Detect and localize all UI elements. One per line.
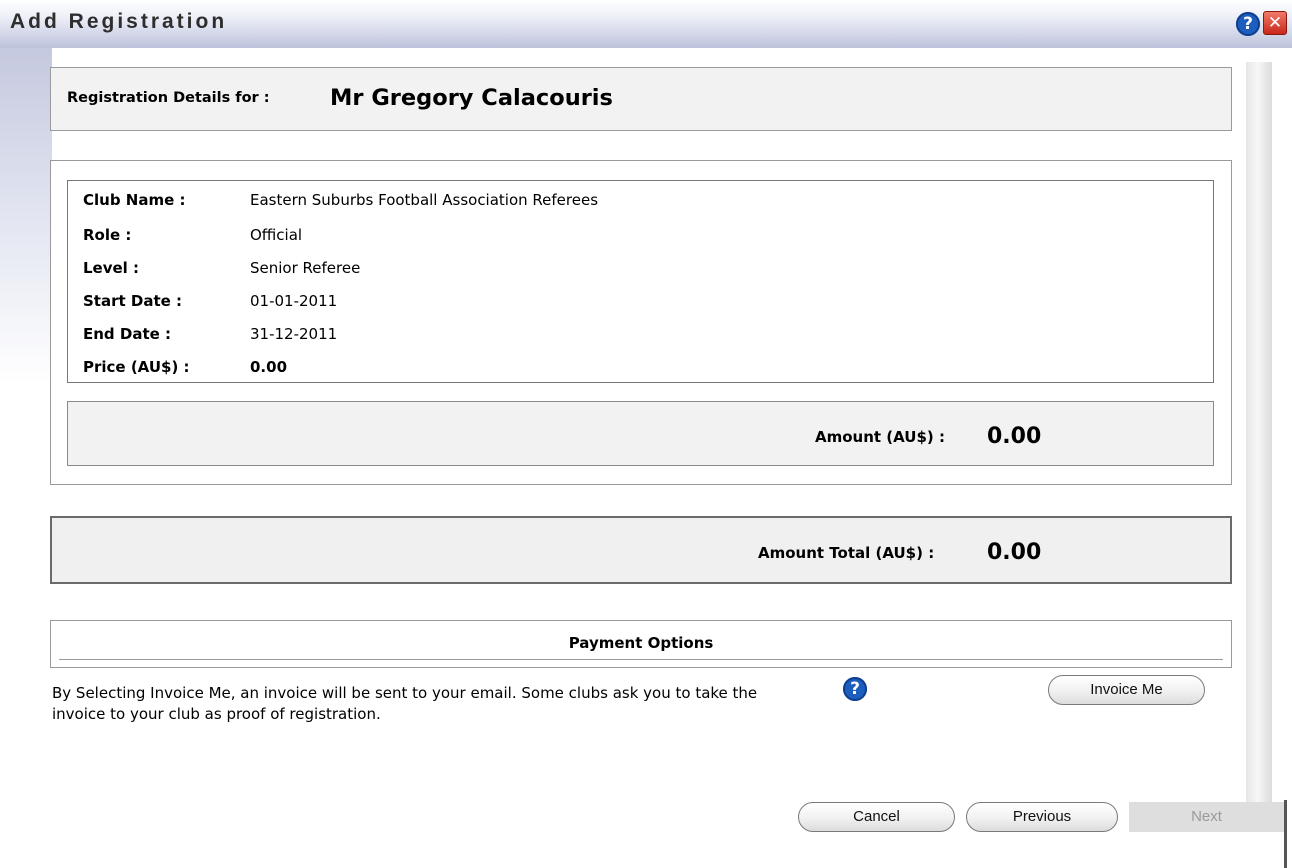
- dialog-title: Add Registration: [10, 10, 228, 33]
- next-button[interactable]: Next: [1129, 802, 1284, 832]
- detail-value: Official: [250, 226, 303, 244]
- scrollbar[interactable]: [1246, 62, 1272, 802]
- detail-value: Senior Referee: [250, 259, 361, 277]
- detail-value: 0.00: [250, 358, 288, 376]
- detail-value: 31-12-2011: [250, 325, 338, 343]
- payment-options-title: Payment Options: [568, 634, 714, 652]
- side-gradient: [0, 48, 52, 383]
- detail-label: Club Name :: [83, 191, 186, 209]
- window-edge: [1284, 800, 1287, 868]
- registration-header: Registration Details for : Mr Gregory Ca…: [50, 67, 1232, 131]
- payment-divider: [59, 659, 1223, 660]
- amount-panel: [67, 401, 1214, 466]
- help-icon[interactable]: ?: [1236, 12, 1260, 36]
- amount-value: 0.00: [987, 424, 1042, 449]
- detail-label: Price (AU$) :: [83, 358, 190, 376]
- previous-button[interactable]: Previous: [966, 802, 1118, 832]
- detail-label: End Date :: [83, 325, 172, 343]
- detail-label: Start Date :: [83, 292, 183, 310]
- close-icon[interactable]: ✕: [1263, 11, 1287, 35]
- amount-label: Amount (AU$) :: [815, 428, 945, 446]
- invoice-description: By Selecting Invoice Me, an invoice will…: [52, 684, 758, 723]
- detail-value: Eastern Suburbs Football Association Ref…: [250, 191, 599, 209]
- registration-details-table: [67, 180, 1214, 383]
- invoice-help-icon[interactable]: ?: [843, 677, 867, 701]
- detail-value: 01-01-2011: [250, 292, 338, 310]
- detail-label: Level :: [83, 259, 140, 277]
- amount-total-label: Amount Total (AU$) :: [758, 544, 935, 562]
- dialog-title-bar: Add Registration ? ✕: [0, 0, 1292, 48]
- registration-details-label: Registration Details for :: [67, 90, 270, 106]
- detail-label: Role :: [83, 226, 132, 244]
- cancel-button[interactable]: Cancel: [798, 802, 955, 832]
- payment-options-panel: Payment Options: [50, 620, 1232, 668]
- amount-total-panel: [50, 516, 1232, 584]
- registrant-name: Mr Gregory Calacouris: [330, 85, 613, 111]
- amount-total-value: 0.00: [987, 540, 1042, 565]
- invoice-me-button[interactable]: Invoice Me: [1048, 675, 1205, 705]
